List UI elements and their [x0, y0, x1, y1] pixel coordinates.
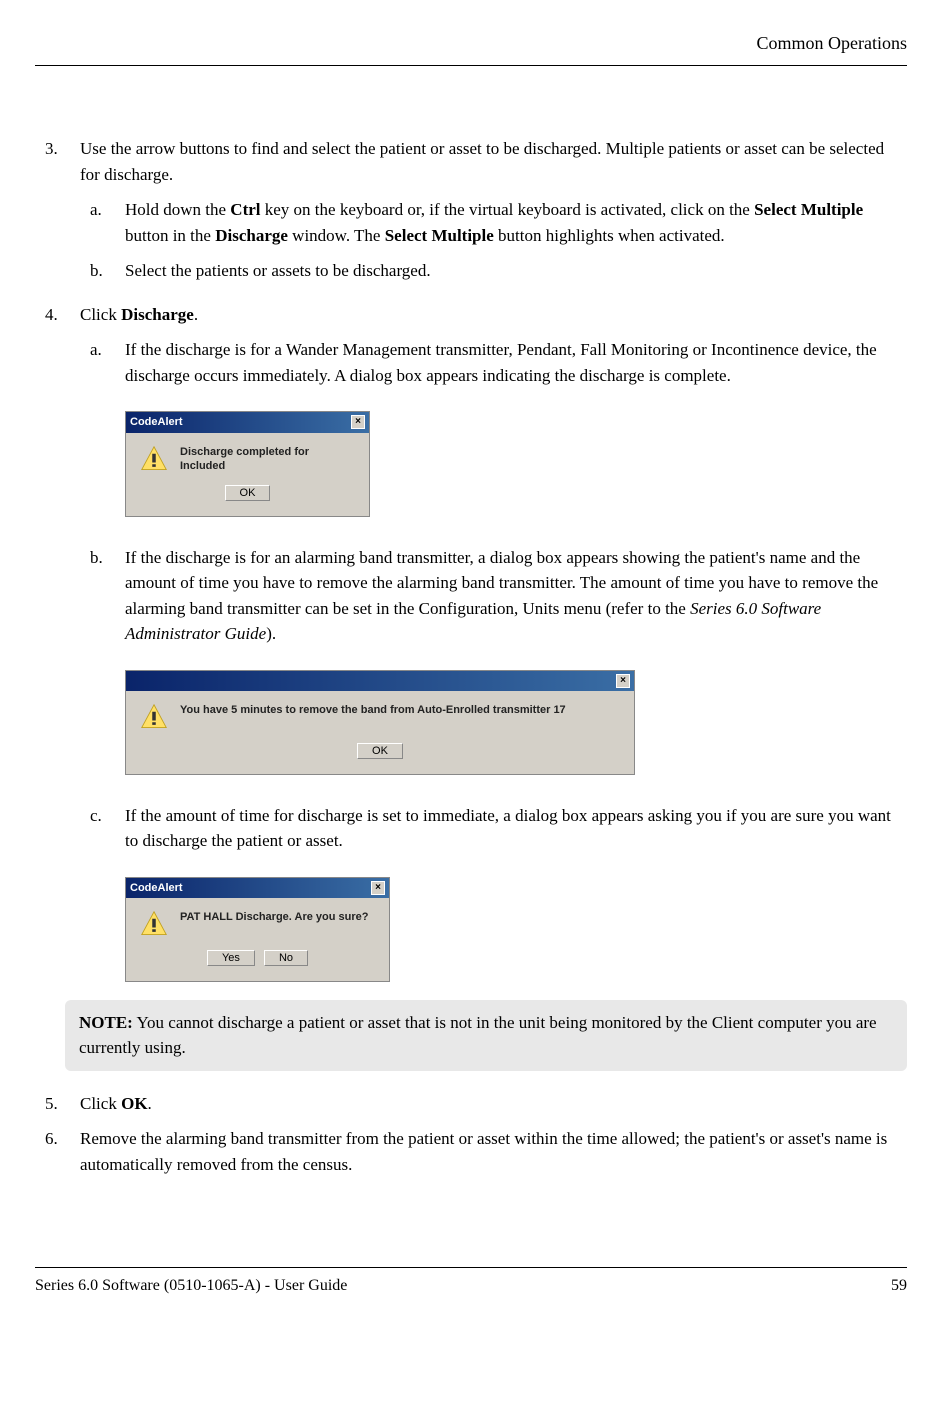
dialog-titlebar: CodeAlert ×	[126, 412, 369, 433]
step-text: Remove the alarming band transmitter fro…	[80, 1126, 907, 1177]
footer-page-number: 59	[891, 1274, 907, 1298]
dialog-buttons: OK	[126, 485, 369, 516]
sub-letter: a.	[80, 337, 125, 388]
dialog-3-figure: CodeAlert × PAT HALL Discharge. Are you …	[125, 877, 907, 982]
dialog-buttons: Yes No	[126, 950, 389, 981]
note-box: NOTE: You cannot discharge a patient or …	[65, 1000, 907, 1071]
step-5: 5. Click OK.	[35, 1091, 907, 1117]
dialog-confirm-discharge: CodeAlert × PAT HALL Discharge. Are you …	[125, 877, 390, 982]
sub-letter: b.	[80, 545, 125, 647]
step-text: Use the arrow buttons to find and select…	[80, 136, 907, 292]
dialog-remove-band: × You have 5 minutes to remove the band …	[125, 670, 635, 775]
warning-icon	[140, 910, 168, 938]
note-label: NOTE:	[79, 1013, 133, 1032]
sub-letter: b.	[80, 258, 125, 284]
footer-left: Series 6.0 Software (0510-1065-A) - User…	[35, 1274, 347, 1298]
step-text: Click Discharge. a. If the discharge is …	[80, 302, 907, 397]
warning-icon	[140, 445, 168, 473]
header-title: Common Operations	[757, 33, 908, 53]
step-4a: a. If the discharge is for a Wander Mana…	[80, 337, 907, 388]
select-multiple-1: Select Multiple	[754, 200, 863, 219]
dialog-message: You have 5 minutes to remove the band fr…	[180, 703, 566, 717]
dialog-message: PAT HALL Discharge. Are you sure?	[180, 910, 368, 924]
discharge-action: Discharge	[121, 305, 194, 324]
sub-text: If the discharge is for a Wander Managem…	[125, 337, 907, 388]
dialog-title-text: CodeAlert	[130, 414, 183, 431]
step-3: 3. Use the arrow buttons to find and sel…	[35, 136, 907, 292]
dialog-discharge-complete: CodeAlert × Discharge completed for Incl…	[125, 411, 370, 517]
select-multiple-2: Select Multiple	[385, 226, 494, 245]
dialog-body: You have 5 minutes to remove the band fr…	[126, 691, 634, 743]
sub-text: If the amount of time for discharge is s…	[125, 803, 907, 854]
step-3-text: Use the arrow buttons to find and select…	[80, 139, 884, 184]
page-footer: Series 6.0 Software (0510-1065-A) - User…	[35, 1268, 907, 1298]
sub-letter: a.	[80, 197, 125, 248]
step-6: 6. Remove the alarming band transmitter …	[35, 1126, 907, 1177]
no-button[interactable]: No	[264, 950, 308, 966]
ok-button[interactable]: OK	[225, 485, 271, 501]
dialog-body: Discharge completed for Included	[126, 433, 369, 486]
dialog-buttons: OK	[126, 743, 634, 774]
step-3b: b. Select the patients or assets to be d…	[80, 258, 907, 284]
warning-icon	[140, 703, 168, 731]
step-4b-wrap: b. If the discharge is for an alarming b…	[35, 535, 907, 655]
sub-text: Hold down the Ctrl key on the keyboard o…	[125, 197, 907, 248]
close-icon[interactable]: ×	[371, 881, 385, 895]
dialog-body: PAT HALL Discharge. Are you sure?	[126, 898, 389, 950]
header-rule	[35, 65, 907, 66]
main-content: 3. Use the arrow buttons to find and sel…	[35, 136, 907, 1177]
close-icon[interactable]: ×	[616, 674, 630, 688]
page-header: Common Operations	[35, 30, 907, 57]
discharge-bold: Discharge	[215, 226, 288, 245]
dialog-title-text: CodeAlert	[130, 880, 183, 897]
dialog-titlebar: ×	[126, 671, 634, 692]
dialog-titlebar: CodeAlert ×	[126, 878, 389, 899]
close-icon[interactable]: ×	[351, 415, 365, 429]
dialog-message: Discharge completed for Included	[180, 445, 355, 474]
step-4: 4. Click Discharge. a. If the discharge …	[35, 302, 907, 397]
sub-text: Select the patients or assets to be disc…	[125, 258, 907, 284]
step-text: Click OK.	[80, 1091, 907, 1117]
step-4c-wrap: c. If the amount of time for discharge i…	[35, 793, 907, 862]
ok-button[interactable]: OK	[357, 743, 403, 759]
ctrl-key: Ctrl	[230, 200, 260, 219]
dialog-2-figure: × You have 5 minutes to remove the band …	[125, 670, 907, 775]
yes-button[interactable]: Yes	[207, 950, 255, 966]
step-number: 6.	[35, 1126, 80, 1177]
sub-text: If the discharge is for an alarming band…	[125, 545, 907, 647]
step-number: 5.	[35, 1091, 80, 1117]
step-3a: a. Hold down the Ctrl key on the keyboar…	[80, 197, 907, 248]
step-4c: c. If the amount of time for discharge i…	[80, 803, 907, 854]
dialog-1-figure: CodeAlert × Discharge completed for Incl…	[125, 411, 907, 517]
sub-letter: c.	[80, 803, 125, 854]
step-number: 3.	[35, 136, 80, 292]
ok-bold: OK	[121, 1094, 147, 1113]
step-number: 4.	[35, 302, 80, 397]
note-text: You cannot discharge a patient or asset …	[79, 1013, 877, 1058]
step-4b: b. If the discharge is for an alarming b…	[80, 545, 907, 647]
